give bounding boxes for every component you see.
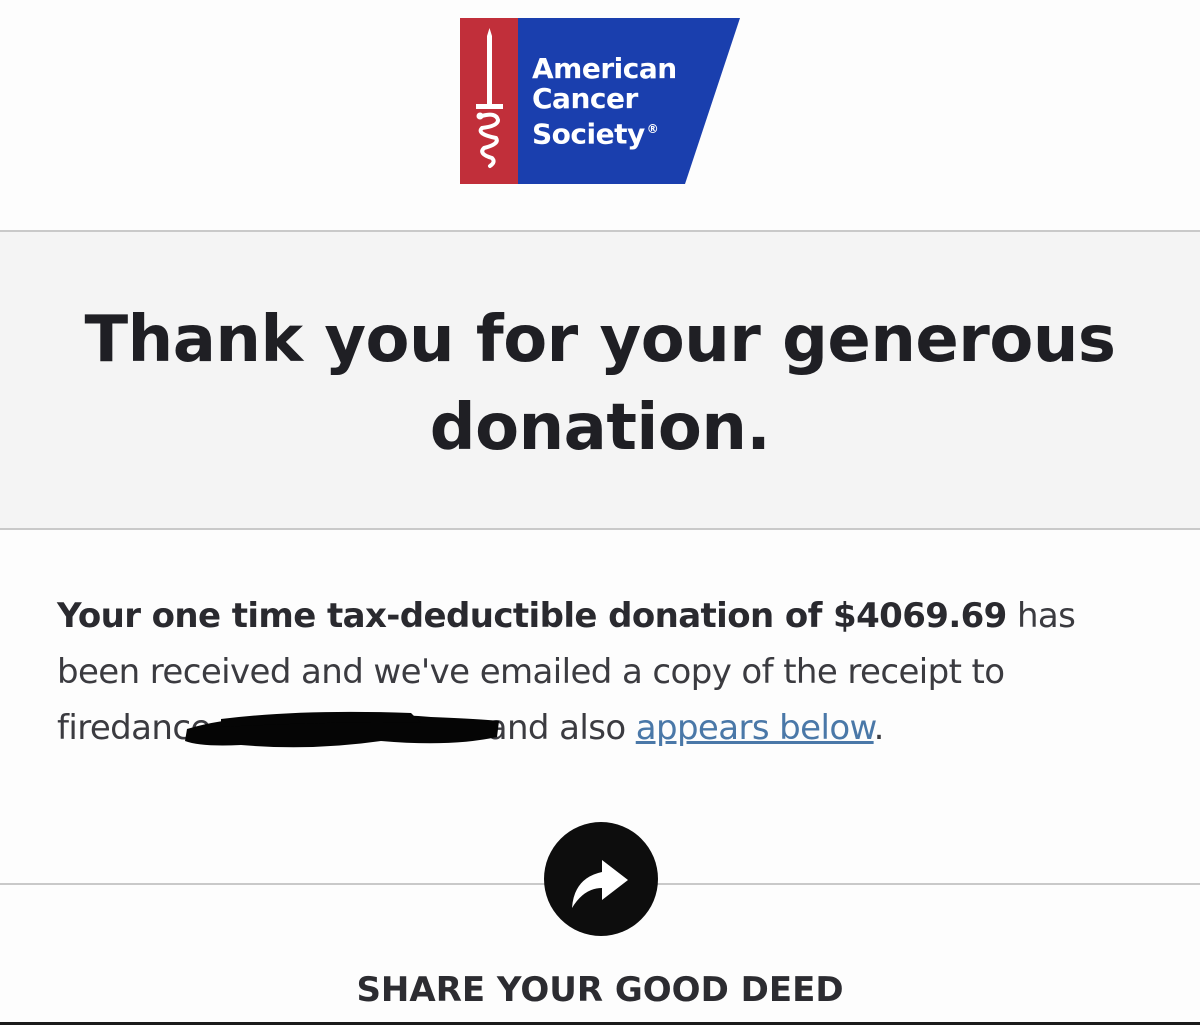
logo-line-2: Cancer bbox=[532, 82, 638, 115]
share-good-deed-label[interactable]: SHARE YOUR GOOD DEED bbox=[0, 970, 1200, 1010]
also-text: and also bbox=[486, 708, 636, 748]
logo-text: American Cancer Society ® bbox=[532, 54, 677, 149]
confirmation-message: Your one time tax-deductible donation of… bbox=[57, 588, 1157, 756]
share-button[interactable] bbox=[544, 822, 658, 936]
thank-you-banner: Thank you for your generous donation. bbox=[0, 230, 1200, 530]
logo-line-1: American bbox=[532, 52, 677, 85]
page: American Cancer Society ® Thank you for y… bbox=[0, 0, 1200, 1025]
redaction-scribble bbox=[181, 711, 501, 747]
registered-mark: ® bbox=[646, 122, 659, 136]
share-arrow-icon bbox=[572, 860, 628, 908]
end-punctuation: . bbox=[873, 708, 885, 748]
logo-line-3: Society ® bbox=[532, 114, 677, 149]
logo-line-3-text: Society bbox=[532, 117, 645, 151]
donation-summary: Your one time tax-deductible donation of… bbox=[57, 596, 1007, 636]
acs-logo[interactable]: American Cancer Society ® bbox=[460, 16, 740, 186]
page-title: Thank you for your generous donation. bbox=[84, 303, 1116, 465]
appears-below-link[interactable]: appears below bbox=[636, 708, 874, 748]
